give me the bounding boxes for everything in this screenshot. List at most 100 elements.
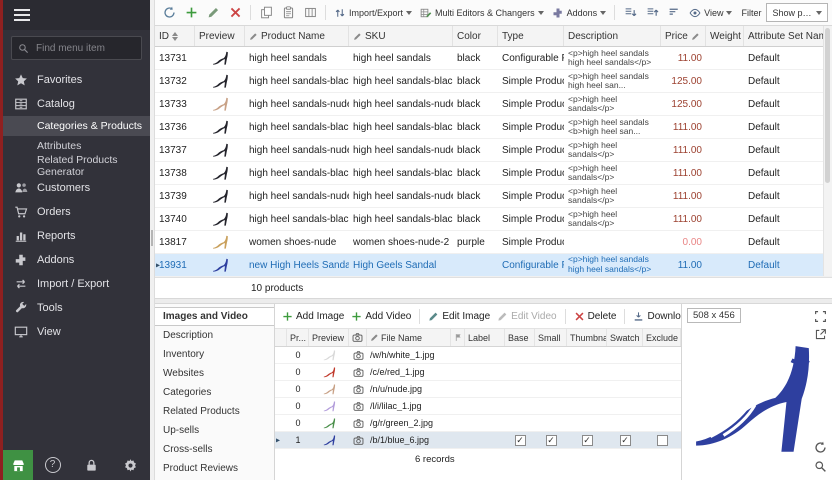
swatch-checkbox[interactable]: [620, 435, 631, 446]
refresh-button[interactable]: [159, 3, 179, 23]
column-header-position[interactable]: Pr...: [287, 329, 309, 346]
category-filter-select[interactable]: Show products from selected categories: [766, 3, 828, 22]
sort-button[interactable]: [664, 3, 684, 23]
help-button[interactable]: ?: [33, 450, 72, 480]
add-image-button[interactable]: Add Image: [280, 311, 346, 322]
import-export-menu[interactable]: Import/Export: [331, 3, 415, 23]
tab-images-and-video[interactable]: Images and Video: [155, 307, 274, 326]
thumbnail-checkbox[interactable]: [582, 435, 593, 446]
add-product-button[interactable]: [181, 3, 201, 23]
tab-inventory[interactable]: Inventory: [155, 345, 274, 364]
small-checkbox[interactable]: [546, 435, 557, 446]
collapse-groups-button[interactable]: [642, 3, 662, 23]
edit-product-button[interactable]: [203, 3, 223, 23]
delete-product-button[interactable]: [225, 3, 245, 23]
tab-product-reviews[interactable]: Product Reviews: [155, 459, 274, 478]
image-row-selected[interactable]: ▸ 1 /b/1/blue_6.jpg: [275, 432, 681, 449]
sidebar-item-related-products-generator[interactable]: Related Products Generator: [3, 156, 150, 176]
edit-image-button[interactable]: Edit Image: [426, 311, 492, 322]
base-checkbox[interactable]: [515, 435, 526, 446]
product-row[interactable]: 13736 high heel sandals-black-36 high he…: [155, 116, 832, 139]
column-header-exclude[interactable]: Exclude: [643, 329, 681, 346]
sidebar-item-customers[interactable]: Customers: [3, 176, 150, 200]
paste-button[interactable]: [278, 3, 298, 23]
image-row[interactable]: 0 /l/i/lilac_1.jpg: [275, 398, 681, 415]
image-row[interactable]: 0 /w/h/white_1.jpg: [275, 347, 681, 364]
image-row[interactable]: 0 /c/e/red_1.jpg: [275, 364, 681, 381]
column-header-preview[interactable]: Preview: [195, 26, 245, 46]
addons-menu[interactable]: Addons: [549, 3, 610, 23]
sidebar-item-catalog[interactable]: Catalog: [3, 92, 150, 116]
product-row[interactable]: 13817 women shoes-nude women shoes-nude-…: [155, 231, 832, 254]
column-header-id[interactable]: ID: [155, 26, 195, 46]
sidebar-item-tools[interactable]: Tools: [3, 296, 150, 320]
column-header-preview[interactable]: Preview: [309, 329, 349, 346]
search-input[interactable]: [34, 42, 135, 55]
image-row[interactable]: 0 /g/r/green_2.jpg: [275, 415, 681, 432]
toolbar-separator: [614, 5, 615, 20]
sidebar-item-addons[interactable]: Addons: [3, 248, 150, 272]
cell-product-name: high heel sandals-black-36: [245, 122, 349, 133]
lock-button[interactable]: [72, 450, 111, 480]
download-image-button[interactable]: Download Image: [631, 311, 681, 322]
tab-websites[interactable]: Websites: [155, 364, 274, 383]
column-header-small[interactable]: Small: [535, 329, 567, 346]
expand-groups-button[interactable]: [620, 3, 640, 23]
tab-related-products[interactable]: Related Products: [155, 402, 274, 421]
product-row[interactable]: 13732 high heel sandals-black high heel …: [155, 70, 832, 93]
sidebar-item-favorites[interactable]: Favorites: [3, 68, 150, 92]
column-header-grid-menu[interactable]: [275, 329, 287, 346]
sidebar-item-orders[interactable]: Orders: [3, 200, 150, 224]
fullscreen-button[interactable]: [814, 309, 828, 323]
column-header-description[interactable]: Description: [564, 26, 661, 46]
tab-categories[interactable]: Categories: [155, 383, 274, 402]
store-button[interactable]: [3, 450, 33, 480]
column-header-base[interactable]: Base: [505, 329, 535, 346]
vertical-scrollbar[interactable]: [823, 26, 832, 276]
sidebar-item-import-export[interactable]: Import / Export: [3, 272, 150, 296]
product-row[interactable]: 13733 high heel sandals-nude high heel s…: [155, 93, 832, 116]
sidebar-item-reports[interactable]: Reports: [3, 224, 150, 248]
detail-tabs: Images and Video Description Inventory W…: [155, 304, 275, 480]
tab-up-sells[interactable]: Up-sells: [155, 421, 274, 440]
view-menu[interactable]: View: [686, 3, 735, 23]
product-row[interactable]: 13740 high heel sandals-black-38 high he…: [155, 208, 832, 231]
menu-button[interactable]: [3, 0, 150, 30]
product-row[interactable]: 13738 high heel sandals-black-37 high he…: [155, 162, 832, 185]
open-external-button[interactable]: [814, 327, 828, 341]
shoe-thumbnail-icon: [212, 165, 229, 182]
column-header-file-name[interactable]: File Name: [367, 329, 451, 346]
column-header-color[interactable]: Color: [453, 26, 498, 46]
add-video-button[interactable]: Add Video: [349, 311, 413, 322]
column-header-camera[interactable]: [349, 329, 367, 346]
copy-button[interactable]: [256, 3, 276, 23]
column-header-label[interactable]: Label: [465, 329, 505, 346]
product-row-selected[interactable]: ▸ 13931 new High Heels Sandals High Geel…: [155, 254, 832, 277]
sidebar-item-view[interactable]: View: [3, 320, 150, 344]
delete-image-button[interactable]: Delete: [572, 311, 619, 322]
rotate-button[interactable]: [814, 440, 828, 454]
tab-cross-sells[interactable]: Cross-sells: [155, 440, 274, 459]
exclude-checkbox[interactable]: [657, 435, 668, 446]
multi-editors-menu[interactable]: Multi Editors & Changers: [417, 3, 547, 23]
product-row[interactable]: 13737 high heel sandals-nude-36 high hee…: [155, 139, 832, 162]
zoom-button[interactable]: [814, 459, 828, 473]
column-header-weight[interactable]: Weight: [706, 26, 744, 46]
product-row[interactable]: 13739 high heel sandals-nude-37 high hee…: [155, 185, 832, 208]
column-header-flag[interactable]: [451, 329, 465, 346]
column-header-swatch[interactable]: Swatch: [607, 329, 643, 346]
column-header-type[interactable]: Type: [498, 26, 564, 46]
image-row[interactable]: 0 /n/u/nude.jpg: [275, 381, 681, 398]
product-row[interactable]: 13731 high heel sandals high heel sandal…: [155, 47, 832, 70]
sidebar-item-attributes[interactable]: Attributes: [3, 136, 150, 156]
column-header-product-name[interactable]: Product Name: [245, 26, 349, 46]
sidebar-item-categories-products[interactable]: Categories & Products: [3, 116, 150, 136]
tab-description[interactable]: Description: [155, 326, 274, 345]
settings-button[interactable]: [111, 450, 150, 480]
column-header-thumbnail[interactable]: Thumbna: [567, 329, 607, 346]
columns-button[interactable]: [300, 3, 320, 23]
column-header-attribute-set[interactable]: Attribute Set Name: [744, 26, 832, 46]
column-header-price[interactable]: Price: [661, 26, 706, 46]
column-header-sku[interactable]: SKU: [349, 26, 453, 46]
edit-video-button[interactable]: Edit Video: [495, 311, 558, 322]
